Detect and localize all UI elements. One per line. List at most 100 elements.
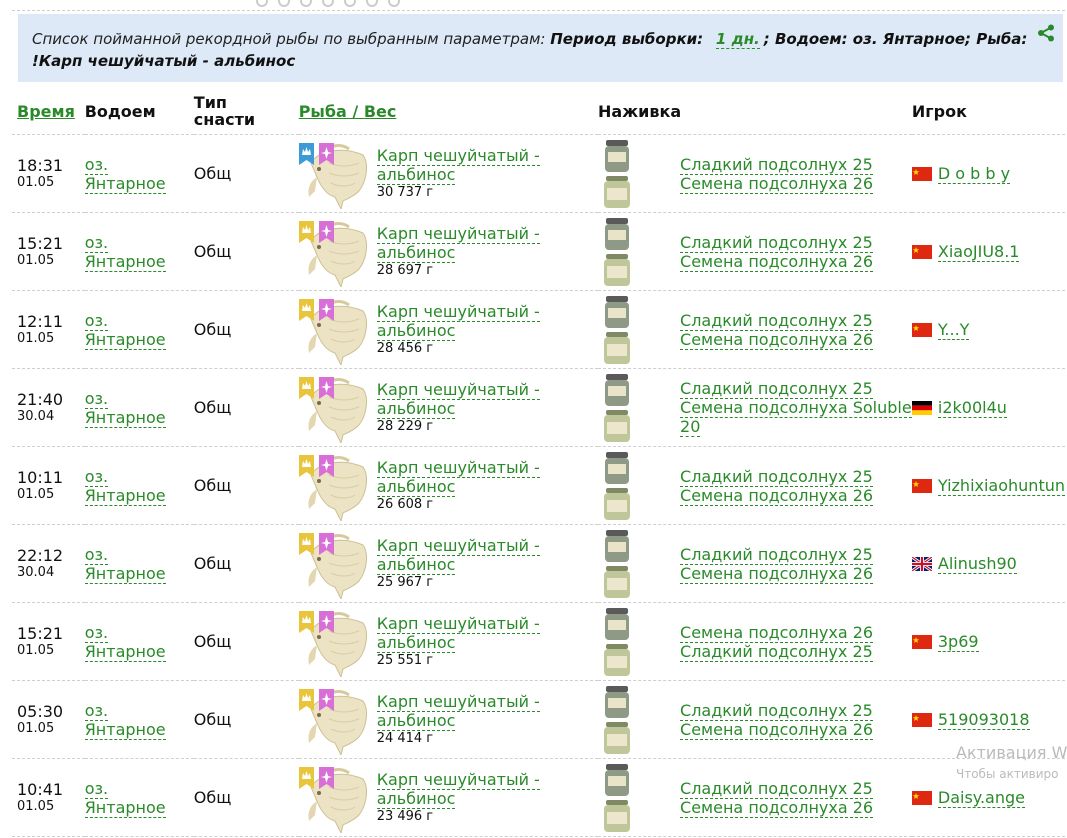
time-cell: 22:12 30.04: [12, 525, 85, 603]
lake-link[interactable]: оз. Янтарное: [84, 700, 194, 740]
fish-name-link[interactable]: Карп чешуйчатый - альбинос: [376, 301, 540, 341]
column-header-fish[interactable]: Рыба / Вес: [298, 88, 599, 135]
fish-name-link[interactable]: Карп чешуйчатый - альбинос: [376, 691, 540, 731]
rarity-badge-icon: [318, 220, 334, 243]
player-cell: Y...Y: [911, 291, 1065, 369]
top-rating-icons: [256, 0, 446, 7]
bait-item-link[interactable]: Сладкий подсолнух 25: [680, 154, 873, 175]
time-cell: 10:11 01.05: [12, 447, 85, 525]
lake-link[interactable]: оз. Янтарное: [84, 544, 194, 584]
bait-cell: Сладкий подсолнух 25 Семена подсолнуха 2…: [598, 759, 912, 837]
lake-cell: оз. Янтарное: [84, 447, 194, 525]
lake-link[interactable]: оз. Янтарное: [84, 310, 194, 350]
player-name-link[interactable]: Daisy.ange: [937, 788, 1025, 808]
lake-name: Янтарное: [84, 563, 166, 584]
lake-prefix: оз.: [84, 232, 109, 253]
catch-date: 01.05: [17, 331, 55, 346]
fish-name-line2: альбинос: [376, 242, 456, 263]
table-row: 21:40 30.04 оз. Янтарное Общ Карп чешуйч…: [12, 369, 1065, 447]
time-cell: 15:21 01.05: [12, 603, 85, 681]
player-name-link[interactable]: Alinush90: [937, 554, 1017, 574]
catch-date: 30.04: [17, 409, 55, 424]
bait-item-link[interactable]: Семена подсолнуха 26: [680, 173, 874, 194]
fish-weight: 28 229 г: [376, 418, 434, 434]
bait-item-link[interactable]: Сладкий подсолнух 25: [680, 778, 873, 799]
rarity-badge-icon: [318, 454, 334, 477]
lake-link[interactable]: оз. Янтарное: [84, 466, 194, 506]
column-header-tackle: Тип снасти: [193, 88, 299, 135]
bait-item-link[interactable]: Семена подсолнуха Soluble: [680, 398, 912, 418]
bait-item-link[interactable]: Сладкий подсолнух 25: [680, 641, 873, 662]
player-name-link[interactable]: XiaoJIU8.1: [937, 242, 1020, 262]
country-flag-icon: [911, 634, 932, 649]
bait-item-link[interactable]: Сладкий подсолнух 25: [680, 544, 873, 565]
country-flag-icon: [911, 400, 932, 415]
bait-item-link[interactable]: Семена подсолнуха 26: [680, 719, 874, 740]
column-header-time[interactable]: Время: [12, 88, 85, 135]
lake-link[interactable]: оз. Янтарное: [84, 154, 194, 194]
lake-link[interactable]: оз. Янтарное: [84, 388, 194, 428]
bait-item-link[interactable]: Сладкий подсолнух 25: [680, 310, 873, 331]
lake-link[interactable]: оз. Янтарное: [84, 232, 194, 272]
fish-weight: 24 414 г: [376, 730, 434, 746]
bait-item-link[interactable]: Сладкий подсолнух 25: [680, 700, 873, 721]
lake-prefix: оз.: [84, 622, 109, 643]
fish-name-line1: Карп чешуйчатый -: [376, 379, 540, 400]
bait-item-link[interactable]: Сладкий подсолнух 25: [680, 466, 873, 487]
column-header-player: Игрок: [911, 88, 1065, 135]
lake-prefix: оз.: [84, 154, 109, 175]
country-flag-icon: [911, 478, 932, 493]
lake-link[interactable]: оз. Янтарное: [84, 778, 194, 818]
player-name-link[interactable]: 519093018: [937, 710, 1030, 730]
player-name-link[interactable]: Y...Y: [937, 320, 970, 340]
fish-name-line1: Карп чешуйчатый -: [376, 145, 540, 166]
bait-cell: Сладкий подсолнух 25 Семена подсолнуха 2…: [598, 213, 912, 291]
catch-time: 22:12: [17, 546, 64, 565]
circle-icon: [388, 0, 400, 7]
fish-name-line1: Карп чешуйчатый -: [376, 691, 540, 712]
fish-name-link[interactable]: Карп чешуйчатый - альбинос: [376, 769, 540, 809]
fish-cell: Карп чешуйчатый - альбинос 28 456 г: [298, 291, 598, 369]
lake-cell: оз. Янтарное: [84, 369, 194, 447]
trophy-badge-icon: [298, 610, 314, 633]
fish-name-link[interactable]: Карп чешуйчатый - альбинос: [376, 379, 540, 419]
bait-item-link[interactable]: Сладкий подсолнух 25: [680, 379, 912, 399]
bait-jar-icon: [604, 295, 631, 364]
bait-item-link[interactable]: Семена подсолнуха 26: [680, 622, 874, 643]
bait-jars-image: [600, 216, 634, 288]
fish-image: [298, 685, 371, 756]
period-selector[interactable]: 1 дн.: [715, 30, 760, 49]
tackle-cell: Общ: [194, 447, 299, 525]
bait-jars-image: [600, 450, 634, 522]
bait-item-2: Семена подсолнуха 26: [680, 797, 874, 818]
table-row: 10:11 01.05 оз. Янтарное Общ Карп чешуйч…: [12, 447, 1065, 525]
bait-jars-image: [600, 684, 634, 756]
fish-weight: 23 496 г: [376, 808, 434, 824]
player-name-link[interactable]: i2k00l4u: [937, 398, 1007, 418]
fish-name-link[interactable]: Карп чешуйчатый - альбинос: [376, 535, 540, 575]
catch-date: 01.05: [17, 487, 55, 502]
fish-name-link[interactable]: Карп чешуйчатый - альбинос: [376, 457, 540, 497]
bait-item-link[interactable]: Семена подсолнуха 26: [680, 797, 874, 818]
fish-name-link[interactable]: Карп чешуйчатый - альбинос: [376, 145, 540, 185]
bait-cell: Сладкий подсолнух 25 Семена подсолнуха 2…: [598, 447, 912, 525]
player-name-link[interactable]: D o b b y: [937, 164, 1011, 184]
lake-link[interactable]: оз. Янтарное: [84, 622, 194, 662]
table-row: 12:11 01.05 оз. Янтарное Общ Карп чешуйч…: [12, 291, 1065, 369]
bait-item-link[interactable]: Семена подсолнуха 26: [680, 563, 874, 584]
fish-name-link[interactable]: Карп чешуйчатый - альбинос: [376, 613, 540, 653]
trophy-badge-icon: [298, 142, 314, 165]
fish-cell: Карп чешуйчатый - альбинос 25 967 г: [298, 525, 598, 603]
bait-item-link[interactable]: Семена подсолнуха 26: [680, 485, 874, 506]
bait-item-link[interactable]: Семена подсолнуха 26: [680, 329, 874, 350]
player-name-link[interactable]: 3p69: [937, 632, 979, 652]
catch-date: 01.05: [17, 175, 55, 190]
bait-item-link[interactable]: Сладкий подсолнух 25: [680, 232, 873, 253]
fish-name-link[interactable]: Карп чешуйчатый - альбинос: [376, 223, 540, 263]
share-icon[interactable]: [1037, 24, 1055, 42]
bait-item-link[interactable]: 20: [680, 417, 912, 437]
fish-name-line1: Карп чешуйчатый -: [376, 769, 540, 790]
bait-item-1: Сладкий подсолнух 25: [680, 544, 873, 565]
bait-item-link[interactable]: Семена подсолнуха 26: [680, 251, 874, 272]
player-name-link[interactable]: Yizhixiaohuntun: [937, 476, 1065, 496]
